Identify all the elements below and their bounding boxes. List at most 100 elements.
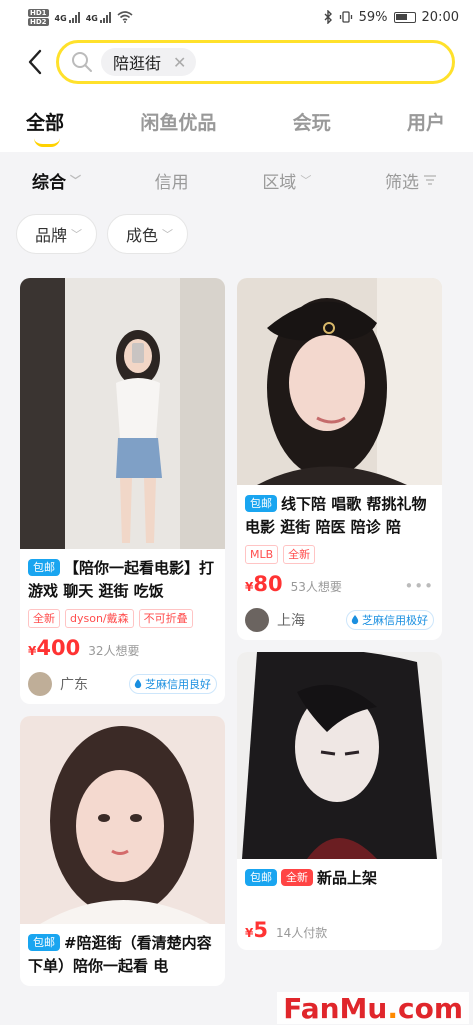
filter-region[interactable]: 区域 ﹀ xyxy=(262,168,311,193)
pill-brand[interactable]: 品牌 ﹀ xyxy=(16,214,98,254)
sim-indicators: HD1 HD2 xyxy=(28,8,49,26)
price: ¥80 xyxy=(245,572,283,596)
filter-region-label: 区域 xyxy=(262,172,297,193)
price-value: 5 xyxy=(253,918,268,942)
product-card[interactable]: 包邮 #陪逛街（看清楚内容下单）陪你一起看 电 xyxy=(20,716,225,986)
product-card[interactable]: 包邮 线下陪 唱歌 帮挑礼物 电影 逛街 陪医 陪诊 陪 MLB 全新 ¥80 5… xyxy=(237,278,442,640)
filter-credit-label: 信用 xyxy=(154,172,189,193)
filter-credit[interactable]: 信用 xyxy=(155,168,189,193)
network-type-1: 4G xyxy=(54,14,67,23)
category-tabs: 全部 闲鱼优品 会玩 用户 xyxy=(0,90,473,152)
tag: 全新 xyxy=(283,545,316,564)
site-watermark: FanMu. com xyxy=(277,991,469,1025)
brand-new-badge: 全新 xyxy=(281,869,313,886)
clock: 20:00 xyxy=(421,9,459,25)
tag: 不可折叠 xyxy=(138,609,193,628)
search-query-text: 陪逛街 xyxy=(113,54,162,73)
wifi-icon xyxy=(117,11,133,23)
price: ¥5 xyxy=(245,918,268,942)
seller-location: 广东 xyxy=(60,677,88,693)
chevron-down-icon: ﹀ xyxy=(71,228,83,241)
tab-xianyu-youpin[interactable]: 闲鱼优品 xyxy=(140,108,216,135)
seller-row: 上海 芝麻信用极好 xyxy=(245,608,434,632)
grid-column-right: 包邮 线下陪 唱歌 帮挑礼物 电影 逛街 陪医 陪诊 陪 MLB 全新 ¥80 5… xyxy=(237,278,442,986)
vibrate-icon xyxy=(339,11,352,23)
attribute-pills: 品牌 ﹀ 成色 ﹀ xyxy=(0,208,473,268)
card-title: 包邮 全新 新品上架 xyxy=(245,867,434,890)
tag: dyson/戴森 xyxy=(65,609,134,628)
more-options-icon[interactable]: ••• xyxy=(404,577,434,595)
wants-count: 53人想要 xyxy=(290,580,342,594)
sesame-credit-icon xyxy=(134,679,142,689)
signal-bars-icon xyxy=(99,11,111,23)
avatar[interactable] xyxy=(28,672,52,696)
chevron-down-icon: ﹀ xyxy=(162,228,174,241)
search-icon xyxy=(72,52,92,72)
card-title: 包邮 #陪逛街（看清楚内容下单）陪你一起看 电 xyxy=(28,932,217,978)
product-photo[interactable] xyxy=(237,278,442,485)
seller-location: 上海 xyxy=(277,613,305,629)
chevron-down-icon: ﹀ xyxy=(70,174,81,187)
battery-icon xyxy=(393,11,416,23)
card-body: 包邮 全新 新品上架 ¥5 14人付款 xyxy=(237,859,442,950)
product-card[interactable]: 包邮 全新 新品上架 ¥5 14人付款 xyxy=(237,652,442,950)
watermark-dot: . xyxy=(387,991,398,1025)
sesame-credit-icon xyxy=(351,615,359,625)
card-tags: MLB 全新 xyxy=(245,545,434,564)
tag: MLB xyxy=(245,545,279,564)
clear-query-icon[interactable]: ✕ xyxy=(173,53,186,72)
price-row: ¥400 32人想要 xyxy=(28,636,217,660)
card-title: 包邮 【陪你一起看电影】打游戏 聊天 逛街 吃饭 xyxy=(28,557,217,603)
filter-icon xyxy=(423,175,436,185)
tab-users[interactable]: 用户 xyxy=(407,108,445,135)
free-shipping-badge: 包邮 xyxy=(28,934,60,951)
product-photo[interactable] xyxy=(20,716,225,924)
search-box[interactable]: 陪逛街 ✕ xyxy=(56,40,455,84)
filter-sort[interactable]: 综合 ﹀ xyxy=(32,168,81,193)
price-value: 80 xyxy=(253,572,283,596)
card-title: 包邮 线下陪 唱歌 帮挑礼物 电影 逛街 陪医 陪诊 陪 xyxy=(245,493,434,539)
chevron-down-icon: ﹀ xyxy=(300,174,312,187)
watermark-main: FanMu xyxy=(283,991,388,1025)
credit-text: 芝麻信用极好 xyxy=(362,614,428,627)
status-bar: HD1 HD2 4G 4G 59% 20:00 xyxy=(0,0,473,34)
card-body: 包邮 #陪逛街（看清楚内容下单）陪你一起看 电 xyxy=(20,924,225,986)
watermark-suffix: com xyxy=(397,991,463,1025)
wants-count: 32人想要 xyxy=(88,644,140,658)
product-photo[interactable] xyxy=(20,278,225,549)
credit-badge: 芝麻信用良好 xyxy=(129,674,217,694)
back-arrow-icon xyxy=(28,49,42,75)
status-right: 59% 20:00 xyxy=(323,10,459,25)
product-grid: 包邮 【陪你一起看电影】打游戏 聊天 逛街 吃饭 全新 dyson/戴森 不可折叠… xyxy=(0,268,473,986)
pill-condition[interactable]: 成色 ﹀ xyxy=(107,214,189,254)
back-button[interactable] xyxy=(20,47,50,77)
sim1-label: HD1 xyxy=(28,8,49,17)
free-shipping-badge: 包邮 xyxy=(28,559,60,576)
tab-all[interactable]: 全部 xyxy=(26,108,64,147)
signal-1: 4G xyxy=(55,11,80,23)
price-row: ¥5 14人付款 xyxy=(245,918,434,942)
price-row: ¥80 53人想要 ••• xyxy=(245,572,434,596)
network-type-2: 4G xyxy=(85,14,98,23)
seller-row: 广东 芝麻信用良好 xyxy=(28,672,217,696)
card-tags: 全新 dyson/戴森 不可折叠 xyxy=(28,609,217,628)
filter-more-label: 筛选 xyxy=(384,172,419,193)
product-card[interactable]: 包邮 【陪你一起看电影】打游戏 聊天 逛街 吃饭 全新 dyson/戴森 不可折叠… xyxy=(20,278,225,704)
free-shipping-badge: 包邮 xyxy=(245,869,277,886)
avatar[interactable] xyxy=(245,608,269,632)
filter-more[interactable]: 筛选 xyxy=(385,168,437,193)
card-body: 包邮 【陪你一起看电影】打游戏 聊天 逛街 吃饭 全新 dyson/戴森 不可折叠… xyxy=(20,549,225,704)
filter-sort-label: 综合 xyxy=(32,172,66,193)
product-photo[interactable] xyxy=(237,652,442,859)
card-title-text: 新品上架 xyxy=(317,869,378,887)
pill-condition-label: 成色 xyxy=(126,226,159,245)
grid-column-left: 包邮 【陪你一起看电影】打游戏 聊天 逛街 吃饭 全新 dyson/戴森 不可折叠… xyxy=(20,278,225,986)
paid-count: 14人付款 xyxy=(275,926,328,940)
free-shipping-badge: 包邮 xyxy=(245,495,277,512)
credit-badge: 芝麻信用极好 xyxy=(346,610,434,630)
search-query-chip[interactable]: 陪逛街 ✕ xyxy=(101,48,197,76)
tab-huiwan[interactable]: 会玩 xyxy=(293,108,331,135)
filter-bar: 综合 ﹀ 信用 区域 ﹀ 筛选 xyxy=(0,152,473,208)
sim2-label: HD2 xyxy=(28,17,49,26)
price-value: 400 xyxy=(36,636,81,660)
